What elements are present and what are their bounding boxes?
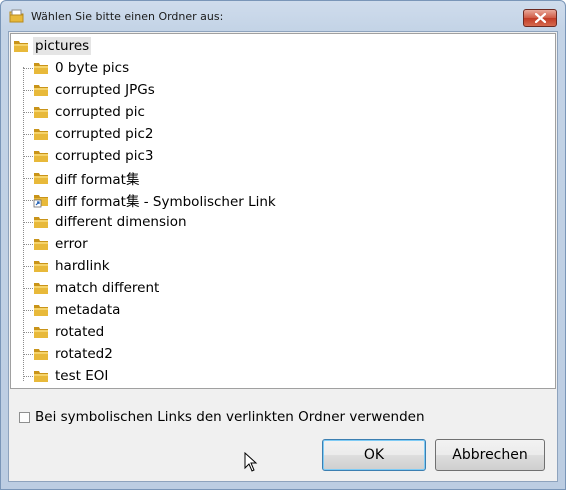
tree-item[interactable]: corrupted pic2 xyxy=(33,124,155,144)
folder-new-icon xyxy=(9,9,25,23)
folder-tree[interactable]: pictures 0 byte pics corrupted JPGs corr… xyxy=(10,33,556,389)
tree-item-label: error xyxy=(55,236,88,252)
folder-shortcut-icon xyxy=(33,192,49,208)
window-title: Wählen Sie bitte einen Ordner aus: xyxy=(31,10,224,23)
tree-item-label: diff format集 - Symbolischer Link xyxy=(55,194,276,210)
folder-icon xyxy=(33,346,49,362)
tree-item[interactable]: corrupted JPGs xyxy=(33,80,157,100)
tree-item-label: hardlink xyxy=(55,258,110,274)
tree-guide-line xyxy=(23,67,24,381)
folder-icon xyxy=(33,236,49,252)
tree-item[interactable]: 0 byte pics xyxy=(33,58,131,78)
tree-item[interactable]: metadata xyxy=(33,300,122,320)
title-bar[interactable]: Wählen Sie bitte einen Ordner aus: xyxy=(1,1,565,31)
mouse-cursor-icon xyxy=(244,452,258,472)
tree-item-label: different dimension xyxy=(55,214,187,230)
tree-item[interactable]: match different xyxy=(33,278,161,298)
tree-item[interactable]: hardlink xyxy=(33,256,112,276)
use-linked-folder-option[interactable]: Bei symbolischen Links den verlinkten Or… xyxy=(19,409,425,425)
folder-icon xyxy=(33,60,49,76)
use-linked-folder-checkbox[interactable] xyxy=(19,411,30,423)
tree-item-label: corrupted pic xyxy=(55,104,145,120)
tree-item[interactable]: diff format集 xyxy=(33,168,141,188)
tree-item[interactable]: test EOI xyxy=(33,366,110,386)
tree-item-label: corrupted pic3 xyxy=(55,148,154,164)
tree-item-label: rotated2 xyxy=(55,346,113,362)
tree-item-label: 0 byte pics xyxy=(55,60,130,76)
close-button[interactable] xyxy=(523,9,557,27)
tree-item-label: match different xyxy=(55,280,160,296)
folder-icon xyxy=(33,258,49,274)
tree-item[interactable]: rotated2 xyxy=(33,344,115,364)
tree-item[interactable]: error xyxy=(33,234,90,254)
ok-button[interactable]: OK xyxy=(322,439,426,471)
folder-icon xyxy=(13,38,29,54)
tree-item-label: rotated xyxy=(55,324,105,340)
use-linked-folder-label: Bei symbolischen Links den verlinkten Or… xyxy=(35,409,425,425)
folder-icon xyxy=(33,280,49,296)
folder-picker-dialog: Wählen Sie bitte einen Ordner aus: pictu… xyxy=(0,0,566,490)
tree-item-label: corrupted pic2 xyxy=(55,126,154,142)
folder-icon xyxy=(33,302,49,318)
folder-icon xyxy=(33,126,49,142)
tree-item[interactable]: corrupted pic3 xyxy=(33,146,155,166)
tree-item-label: corrupted JPGs xyxy=(55,82,155,98)
tree-item-label: test EOI xyxy=(55,368,109,384)
folder-icon xyxy=(33,214,49,230)
tree-item[interactable]: diff format集 - Symbolischer Link xyxy=(33,190,278,210)
tree-item-label: metadata xyxy=(55,302,121,318)
dialog-client-area: pictures 0 byte pics corrupted JPGs corr… xyxy=(8,31,558,482)
cancel-button[interactable]: Abbrechen xyxy=(435,439,545,471)
folder-icon xyxy=(33,324,49,340)
close-icon xyxy=(535,13,546,23)
tree-item-label: diff format集 xyxy=(55,172,140,188)
tree-item[interactable]: rotated xyxy=(33,322,106,342)
folder-icon xyxy=(33,148,49,164)
folder-icon xyxy=(33,368,49,384)
tree-root-item[interactable]: pictures xyxy=(13,36,92,56)
folder-icon xyxy=(33,82,49,98)
tree-item[interactable]: different dimension xyxy=(33,212,189,232)
folder-icon xyxy=(33,104,49,120)
tree-item[interactable]: corrupted pic xyxy=(33,102,147,122)
folder-icon xyxy=(33,170,49,186)
tree-root-label: pictures xyxy=(33,37,92,55)
